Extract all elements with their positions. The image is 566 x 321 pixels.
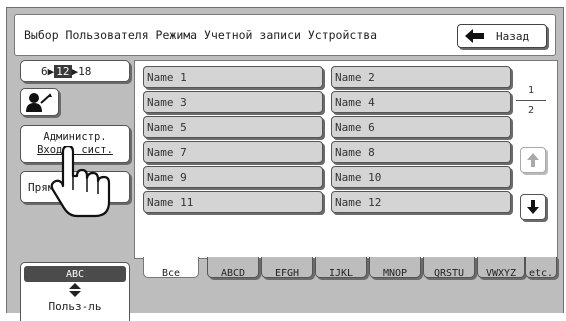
abc-selector-label: Польз-ль: [48, 300, 102, 313]
user-name-label: Name 9: [147, 171, 187, 184]
user-key-icon: [26, 93, 52, 112]
tab-abcd[interactable]: ABCD: [207, 257, 259, 279]
tab-vwxyz[interactable]: VWXYZ: [477, 257, 525, 279]
tab-etc[interactable]: etc.: [525, 257, 557, 279]
user-list-panel: Name 1 Name 2 Name 3 Name 4 Name 5 Name …: [134, 60, 558, 279]
tab-label: Все: [161, 268, 181, 279]
user-name-button[interactable]: Name 8: [331, 141, 511, 163]
tab-qrstu[interactable]: QRSTU: [423, 257, 475, 279]
user-name-button[interactable]: Name 1: [143, 66, 323, 88]
admin-login-line2: Вход в сист.: [37, 144, 113, 156]
page-total: 2: [527, 105, 535, 116]
abc-selector-top: ABC: [24, 266, 126, 282]
account-user-select-screen: Выбор Пользователя Режима Учетной записи…: [0, 0, 566, 321]
user-name-label: Name 1: [147, 71, 187, 84]
user-name-button[interactable]: Name 9: [143, 166, 323, 188]
arrow-down-icon: [527, 200, 539, 214]
user-name-button[interactable]: Name 3: [143, 91, 323, 113]
pager-text: 6▶ 12 ▶18: [41, 65, 92, 78]
page-indicator: 1 2: [516, 85, 546, 116]
tab-label: ABCD: [220, 268, 246, 279]
user-name-button[interactable]: Name 5: [143, 116, 323, 138]
up-down-toggle-icon: [69, 283, 81, 297]
admin-login-line1: Администр.: [43, 131, 107, 143]
tab-label: QRSTU: [433, 268, 465, 279]
page-current: 1: [527, 85, 535, 96]
tab-all[interactable]: Все: [143, 257, 199, 279]
main-panel: Выбор Пользователя Режима Учетной записи…: [6, 7, 564, 321]
user-name-label: Name 8: [335, 146, 375, 159]
tab-label: etc.: [528, 268, 554, 279]
tab-ijkl[interactable]: IJKL: [315, 257, 367, 279]
admin-login-button[interactable]: Администр. Вход в сист.: [20, 125, 130, 163]
user-key-button[interactable]: [20, 88, 59, 116]
pager-button[interactable]: 6▶ 12 ▶18: [20, 60, 130, 82]
user-name-label: Name 4: [335, 96, 375, 109]
user-name-label: Name 6: [335, 121, 375, 134]
tab-label: EFGH: [274, 268, 300, 279]
user-name-button[interactable]: Name 7: [143, 141, 323, 163]
user-name-label: Name 10: [335, 171, 382, 184]
tab-label: IJKL: [328, 268, 354, 279]
scroll-down-button[interactable]: [520, 194, 546, 220]
user-name-label: Name 7: [147, 146, 187, 159]
user-name-label: Name 2: [335, 71, 375, 84]
user-name-button[interactable]: Name 6: [331, 116, 511, 138]
abc-user-selector[interactable]: ABC Польз-ль: [20, 262, 130, 321]
back-button[interactable]: Назад: [457, 24, 547, 48]
user-name-button[interactable]: Name 11: [143, 191, 323, 213]
user-name-label: Name 5: [147, 121, 187, 134]
user-name-label: Name 3: [147, 96, 187, 109]
direct-login-label: Прямой вход: [28, 181, 101, 194]
back-button-label: Назад: [496, 30, 530, 43]
tab-efgh[interactable]: EFGH: [261, 257, 313, 279]
user-name-button[interactable]: Name 2: [331, 66, 511, 88]
user-name-button[interactable]: Name 12: [331, 191, 511, 213]
title-bar: Выбор Пользователя Режима Учетной записи…: [14, 14, 556, 56]
tab-mnop[interactable]: MNOP: [369, 257, 421, 279]
user-name-label: Name 11: [147, 196, 194, 209]
user-name-label: Name 12: [335, 196, 382, 209]
direct-login-button[interactable]: Прямой вход: [20, 171, 130, 203]
left-arrow-icon: [465, 29, 484, 43]
tab-label: MNOP: [382, 268, 408, 279]
page-divider: [516, 100, 546, 101]
abc-selector-top-label: ABC: [65, 269, 85, 280]
scroll-up-button[interactable]: [520, 147, 546, 173]
arrow-up-icon: [527, 153, 539, 167]
page-title: Выбор Пользователя Режима Учетной записи…: [24, 28, 378, 42]
user-name-button[interactable]: Name 10: [331, 166, 511, 188]
user-name-button[interactable]: Name 4: [331, 91, 511, 113]
tab-label: VWXYZ: [485, 268, 517, 279]
